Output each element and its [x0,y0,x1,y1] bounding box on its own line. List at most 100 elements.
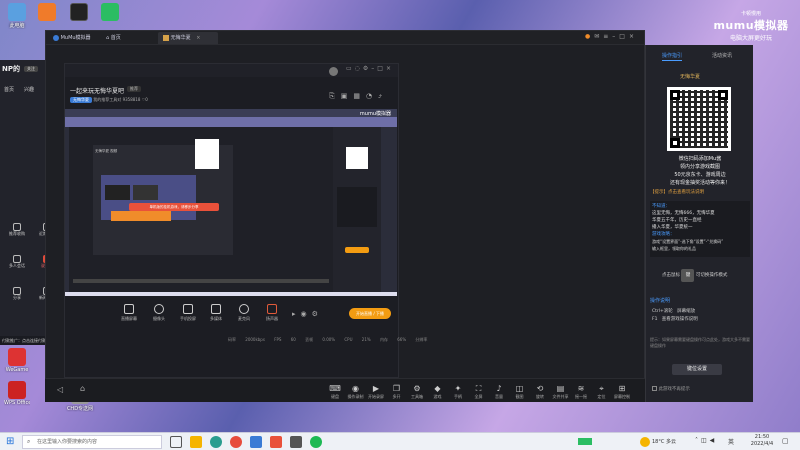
bell-icon[interactable]: ◔ [366,92,378,100]
feature-item[interactable]: 推荐收购 [4,223,30,237]
toolbar-button[interactable]: ⊞ 屏幕控制 [612,384,632,400]
toolbar-button[interactable]: ≋ 摇一摇 [571,384,591,400]
keymap-settings-button[interactable]: 键位设置 [672,364,722,375]
toolbar-button[interactable]: ✦ 手柄 [448,384,468,400]
toolbar-button[interactable]: ◉ 操作录制 [346,384,366,400]
close-tab-icon[interactable]: × [196,35,200,41]
back-icon[interactable]: ◁ [57,385,63,394]
toolbar-button[interactable]: ⛶ 全屏 [469,384,489,400]
window-controls: ●✉≡–□× [585,33,638,40]
desktop-icon-app4[interactable] [97,3,123,22]
desktop-icon-this-pc[interactable]: 此电脑 [4,3,30,29]
tab-mumu[interactable]: MuMu模拟器 [48,32,98,44]
promo-line: 领内分享游戏截图 [679,164,720,170]
tab-home[interactable]: ⌂ 首页 [101,32,129,44]
keyboard-hint: 点击鼠标 键 可切换操作模式 [662,269,727,282]
app-icon[interactable] [270,436,282,448]
maximize-icon[interactable]: □ [377,65,386,72]
tab-label: 首页 [110,35,121,41]
copy-icon[interactable]: ⎘ [329,92,341,100]
edge-icon[interactable] [210,436,222,448]
toolbar-button[interactable]: ⟲ 旋转 [530,384,550,400]
desktop-icon-wps[interactable]: WPS Office [4,381,30,406]
play-icon[interactable]: ▸ [292,310,301,318]
mail-icon[interactable]: ✉ [594,33,603,40]
app-icon[interactable] [290,436,302,448]
control-mic[interactable]: 麦克风 [233,304,255,322]
tab-game[interactable]: 无悔华夏 × [158,32,218,44]
go-live-button[interactable]: 开始直播 / 下播 [349,308,391,319]
left-nav-home[interactable]: 首页 [4,86,14,93]
tab-guide[interactable]: 操作指引 [662,52,683,61]
toolbar-button[interactable]: ⌨ 键盘 [325,384,345,400]
chat-icon[interactable]: ◌ [355,65,363,72]
weather-text[interactable]: 18°C 多云 [652,437,676,447]
dont-show-checkbox[interactable]: 此游戏不再提示 [652,386,690,392]
avatar[interactable] [329,67,338,76]
toolbar-button[interactable]: ◆ 游戏 [428,384,448,400]
control-camera[interactable]: 摄像头 [148,304,170,322]
toolbar-icon: ❐ [392,384,401,393]
file-explorer-icon[interactable] [190,436,202,448]
network-icon[interactable]: ◫ [701,437,710,444]
toolbar-icon: ◉ [352,384,359,393]
desktop-icon-label: WeGame [5,367,29,373]
control-media[interactable]: 多媒体 [205,304,227,322]
box-icon[interactable]: ▣ [341,92,354,100]
close-icon[interactable]: × [386,65,394,72]
search-box[interactable]: ⌕ 在这里输入你要搜索的内容 [22,435,162,449]
battery-indicator[interactable] [578,438,592,445]
desktop-icon-epic[interactable] [66,3,92,22]
toolbar-button[interactable]: ▤ 文件共享 [551,384,571,400]
share-icon[interactable]: ⤴ [378,92,388,100]
toolbar-button[interactable]: ⌖ 定位 [592,384,612,400]
promo-line: 还有现金抽奖活动等你来！ [669,180,730,186]
toolbar-label: 音量 [495,394,503,399]
ime-indicator[interactable]: 英 [728,437,734,446]
checkbox-icon[interactable] [652,386,657,391]
tab-news[interactable]: 活动资讯 [712,52,732,59]
volume-icon[interactable]: ◀ [710,437,718,444]
desktop-icon-app2[interactable] [34,3,60,22]
op-key: F1 [652,317,658,322]
keymap-hint: 提示：如果屏幕需要键盘操作可点此处，游戏大多不需要键盘操作 [650,337,750,348]
windows-start-icon[interactable]: ⊞ [6,436,14,448]
record-icon[interactable]: ● [585,33,594,40]
app-icon[interactable] [230,436,242,448]
info-line: 游戏“设置界面”-选下角“设置”-“兑换码” [652,239,724,244]
app-icon[interactable] [310,436,322,448]
toolbar-label: 开始录屏 [368,394,384,399]
control-speaker[interactable]: 扬声器 [261,304,283,322]
notification-icon[interactable]: ▢ [782,437,789,445]
toolbar-button[interactable]: ◫ 截图 [510,384,530,400]
close-icon[interactable]: × [629,33,638,40]
toolbar-button[interactable]: ♪ 音量 [489,384,509,400]
control-phone[interactable]: 手机投屏 [177,304,199,322]
image-icon[interactable]: ▦ [353,92,366,100]
toolbar-button[interactable]: ❐ 多开 [387,384,407,400]
category-chip[interactable]: 无悔华夏 [70,97,92,103]
tab-label: 无悔华夏 [170,35,191,41]
menu-icon[interactable]: ≡ [603,33,612,40]
toolbar-button[interactable]: ▶ 开始录屏 [366,384,386,400]
left-nav-interest[interactable]: 兴趣 [24,86,34,93]
feature-item[interactable]: 多人会话 [4,255,30,269]
gear-icon[interactable]: ⚙ [312,310,323,318]
control-screen[interactable]: 直播屏幕 [118,304,140,322]
notice-link[interactable]: 【提示】点击查看玩法说明 [650,189,704,195]
stream-tag[interactable]: 推荐 [127,86,141,92]
feature-label: 分享 [13,295,21,300]
task-view-icon[interactable] [170,436,182,448]
home-icon[interactable]: ⌂ [80,384,85,393]
tv-icon[interactable]: ▭ [346,65,355,72]
feature-item[interactable]: 分享 [4,287,30,301]
desktop-icon-wegame[interactable]: WeGame [4,348,30,373]
record-icon[interactable]: ◉ [301,310,312,318]
clock[interactable]: 21:50 2022/4/4 [748,434,776,448]
mumu-app-icon [53,34,59,41]
follow-chip[interactable]: 关注 [24,66,38,72]
maximize-icon[interactable]: □ [619,33,629,40]
toolbar-icon: ≋ [577,384,585,393]
toolbar-button[interactable]: ⚙ 工具箱 [407,384,427,400]
app-icon[interactable] [250,436,262,448]
